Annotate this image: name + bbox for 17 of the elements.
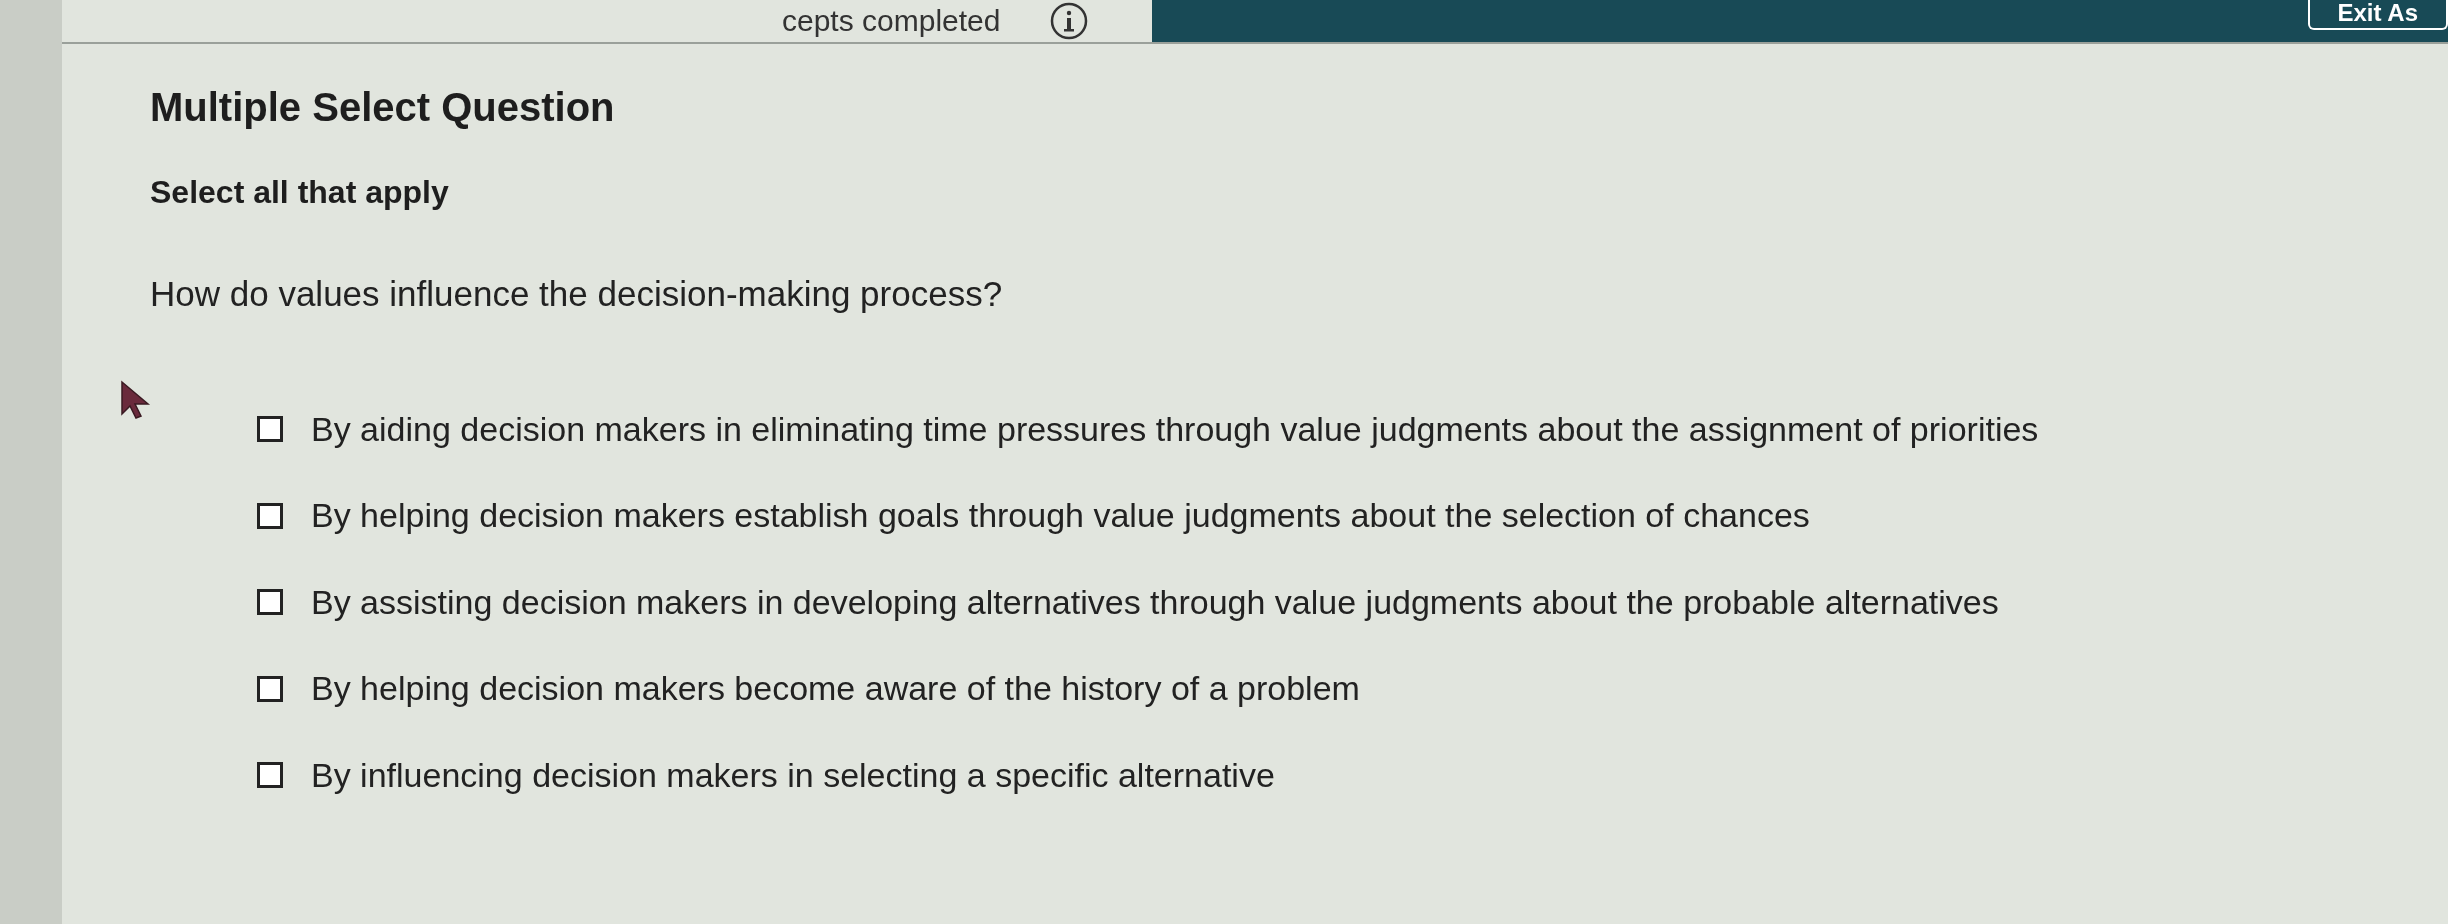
checkbox[interactable] — [257, 589, 283, 615]
option-label[interactable]: By aiding decision makers in eliminating time pressures through value judgments about the assignment of priorities — [311, 407, 2039, 451]
exit-button[interactable]: Exit As — [2307, 0, 2448, 30]
question-text: How do values influence the decision-making process? — [150, 273, 1003, 315]
checkbox[interactable] — [257, 416, 283, 442]
instruction-text: Select all that apply — [150, 173, 449, 212]
question-type-heading: Multiple Select Question — [150, 84, 615, 131]
checkbox[interactable] — [257, 762, 283, 788]
progress-text: cepts completed — [782, 6, 1001, 36]
option-label[interactable]: By helping decision makers become aware of the history of a problem — [311, 667, 1360, 710]
option-label[interactable]: By influencing decision makers in selecting a specific alternative — [311, 753, 1275, 797]
option-label[interactable]: By helping decision makers establish goals through value judgments about the selection of chances — [311, 494, 1810, 537]
checkbox[interactable] — [257, 675, 283, 702]
info-icon[interactable] — [1050, 2, 1089, 40]
checkbox[interactable] — [257, 502, 283, 529]
option-label[interactable]: By assisting decision makers in developing alternatives through value judgments about the probable alternatives — [311, 580, 1999, 624]
mouse-pointer-icon — [120, 379, 152, 420]
